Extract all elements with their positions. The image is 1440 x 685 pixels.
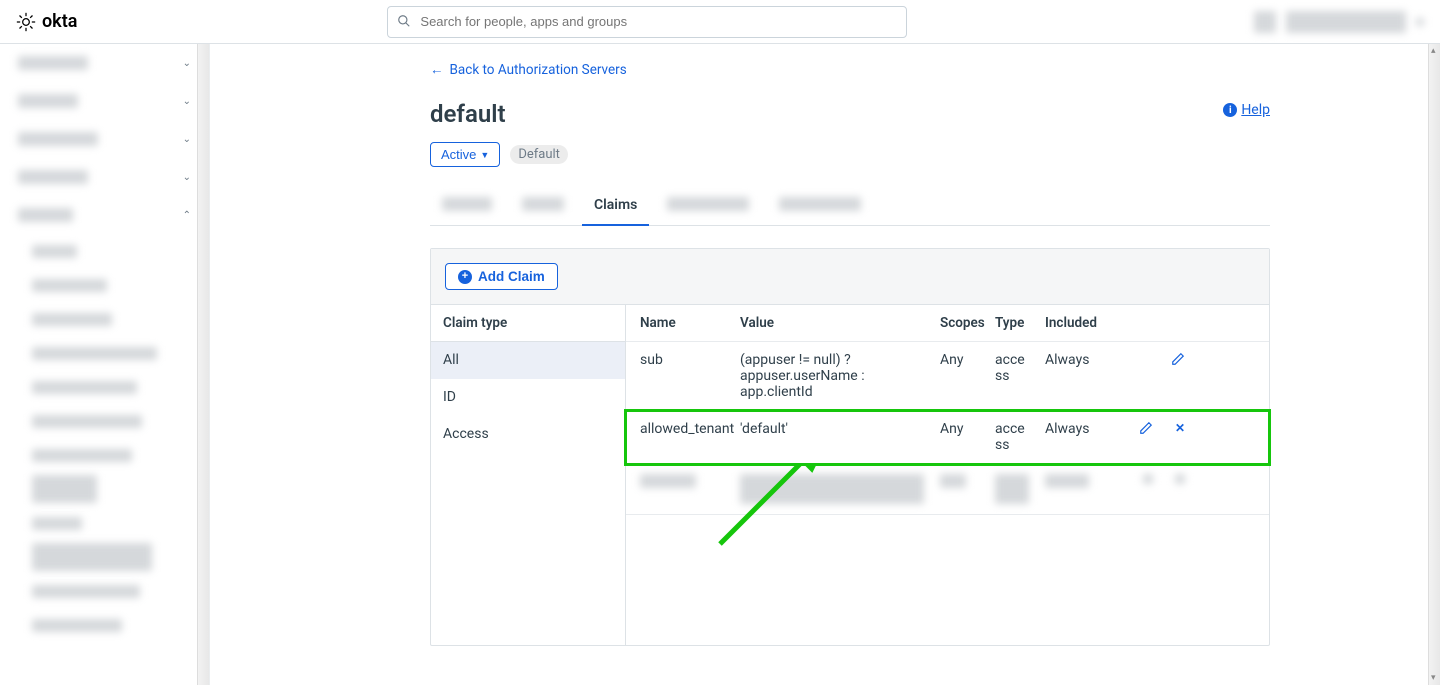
plus-icon: +	[458, 270, 472, 284]
sidebar-group[interactable]: ⌄	[0, 158, 209, 196]
sidebar-item[interactable]	[0, 574, 209, 608]
tab-settings[interactable]	[430, 187, 504, 225]
tabs: Claims	[430, 187, 1270, 226]
back-link-label: Back to Authorization Servers	[450, 62, 627, 78]
sidebar-group[interactable]: ⌄	[0, 44, 209, 82]
sidebar-item[interactable]	[0, 370, 209, 404]
claims-table: Name Value Scopes Type Included sub (app…	[626, 305, 1269, 645]
main: ← Back to Authorization Servers default …	[210, 44, 1440, 685]
brand-logo[interactable]: okta	[16, 11, 77, 32]
table-header: Name Value Scopes Type Included	[626, 305, 1269, 342]
cell-type: access	[987, 342, 1037, 410]
info-icon: i	[1223, 103, 1237, 117]
table-row	[626, 464, 1269, 515]
topbar: okta	[0, 0, 1440, 44]
table-row: sub (appuser != null) ? appuser.userName…	[626, 342, 1269, 411]
sidebar-item[interactable]	[0, 608, 209, 642]
sidebar-item[interactable]	[0, 302, 209, 336]
okta-mark-icon	[16, 12, 36, 32]
edit-icon[interactable]	[1139, 421, 1153, 439]
col-name: Name	[632, 305, 732, 341]
help-link[interactable]: i Help	[1223, 102, 1270, 118]
brand-name: okta	[42, 11, 77, 32]
chevron-down-icon: ▼	[480, 150, 489, 160]
chevron-up-icon: ⌃	[183, 210, 191, 221]
back-link[interactable]: ← Back to Authorization Servers	[430, 62, 627, 78]
search	[387, 6, 907, 38]
search-icon	[397, 14, 411, 32]
col-included: Included	[1037, 305, 1117, 341]
chevron-down-icon: ⌄	[183, 134, 191, 145]
status-label: Active	[441, 147, 476, 162]
table-row-highlighted: allowed_tenant 'default' Any access Alwa…	[626, 411, 1269, 464]
cell-included: Always	[1037, 411, 1117, 463]
tab-claims[interactable]: Claims	[582, 187, 649, 226]
claim-type-id[interactable]: ID	[431, 379, 625, 416]
sidebar-group[interactable]: ⌄	[0, 82, 209, 120]
add-claim-label: Add Claim	[478, 269, 545, 284]
add-claim-button[interactable]: + Add Claim	[445, 263, 558, 290]
claim-type-header: Claim type	[431, 305, 625, 342]
sidebar-item[interactable]	[0, 268, 209, 302]
cell-scopes: Any	[932, 411, 987, 463]
claim-type-access[interactable]: Access	[431, 416, 625, 453]
sidebar-item[interactable]	[0, 336, 209, 370]
scrollbar[interactable]	[197, 44, 209, 685]
cell-type: access	[987, 411, 1037, 463]
cell-value: (appuser != null) ? appuser.userName : a…	[732, 342, 932, 410]
help-label: Help	[1241, 102, 1270, 118]
claim-type-filter: Claim type All ID Access	[431, 305, 626, 645]
sidebar-item[interactable]	[0, 404, 209, 438]
cell-name: sub	[632, 342, 732, 410]
tab-access-policies[interactable]	[655, 187, 761, 225]
tab-trusted-origins[interactable]	[767, 187, 873, 225]
sidebar-item[interactable]	[0, 438, 209, 472]
sidebar-item[interactable]	[0, 234, 209, 268]
delete-icon[interactable]: ✕	[1175, 421, 1185, 435]
col-scopes: Scopes	[932, 305, 987, 341]
default-badge: Default	[510, 145, 568, 164]
sidebar-item[interactable]	[0, 540, 209, 574]
status-dropdown[interactable]: Active ▼	[430, 142, 500, 167]
edit-icon[interactable]	[1171, 352, 1185, 370]
cell-scopes: Any	[932, 342, 987, 410]
status-row: Active ▼ Default	[430, 142, 1270, 167]
claim-type-all[interactable]: All	[431, 342, 625, 379]
chevron-down-icon: ⌄	[183, 58, 191, 69]
arrow-left-icon: ←	[430, 62, 444, 78]
sidebar: ⌄ ⌄ ⌄ ⌄ ⌃	[0, 44, 210, 685]
cell-name: allowed_tenant	[632, 411, 732, 463]
sidebar-item[interactable]	[0, 506, 209, 540]
col-type: Type	[987, 305, 1037, 341]
col-value: Value	[732, 305, 932, 341]
tab-scopes[interactable]	[510, 187, 576, 225]
search-input[interactable]	[387, 6, 907, 38]
sidebar-group[interactable]: ⌄	[0, 120, 209, 158]
scrollbar[interactable]: ▴▾	[1428, 44, 1440, 685]
claims-panel: + Add Claim Claim type All ID Access Nam…	[430, 248, 1270, 646]
cell-value: 'default'	[732, 411, 932, 463]
chevron-down-icon: ⌄	[183, 172, 191, 183]
sidebar-group-open[interactable]: ⌃	[0, 196, 209, 234]
cell-included: Always	[1037, 342, 1117, 410]
chevron-down-icon: ⌄	[183, 96, 191, 107]
sidebar-item[interactable]	[0, 472, 209, 506]
page-title: default	[430, 100, 506, 128]
user-menu[interactable]	[1254, 11, 1424, 33]
